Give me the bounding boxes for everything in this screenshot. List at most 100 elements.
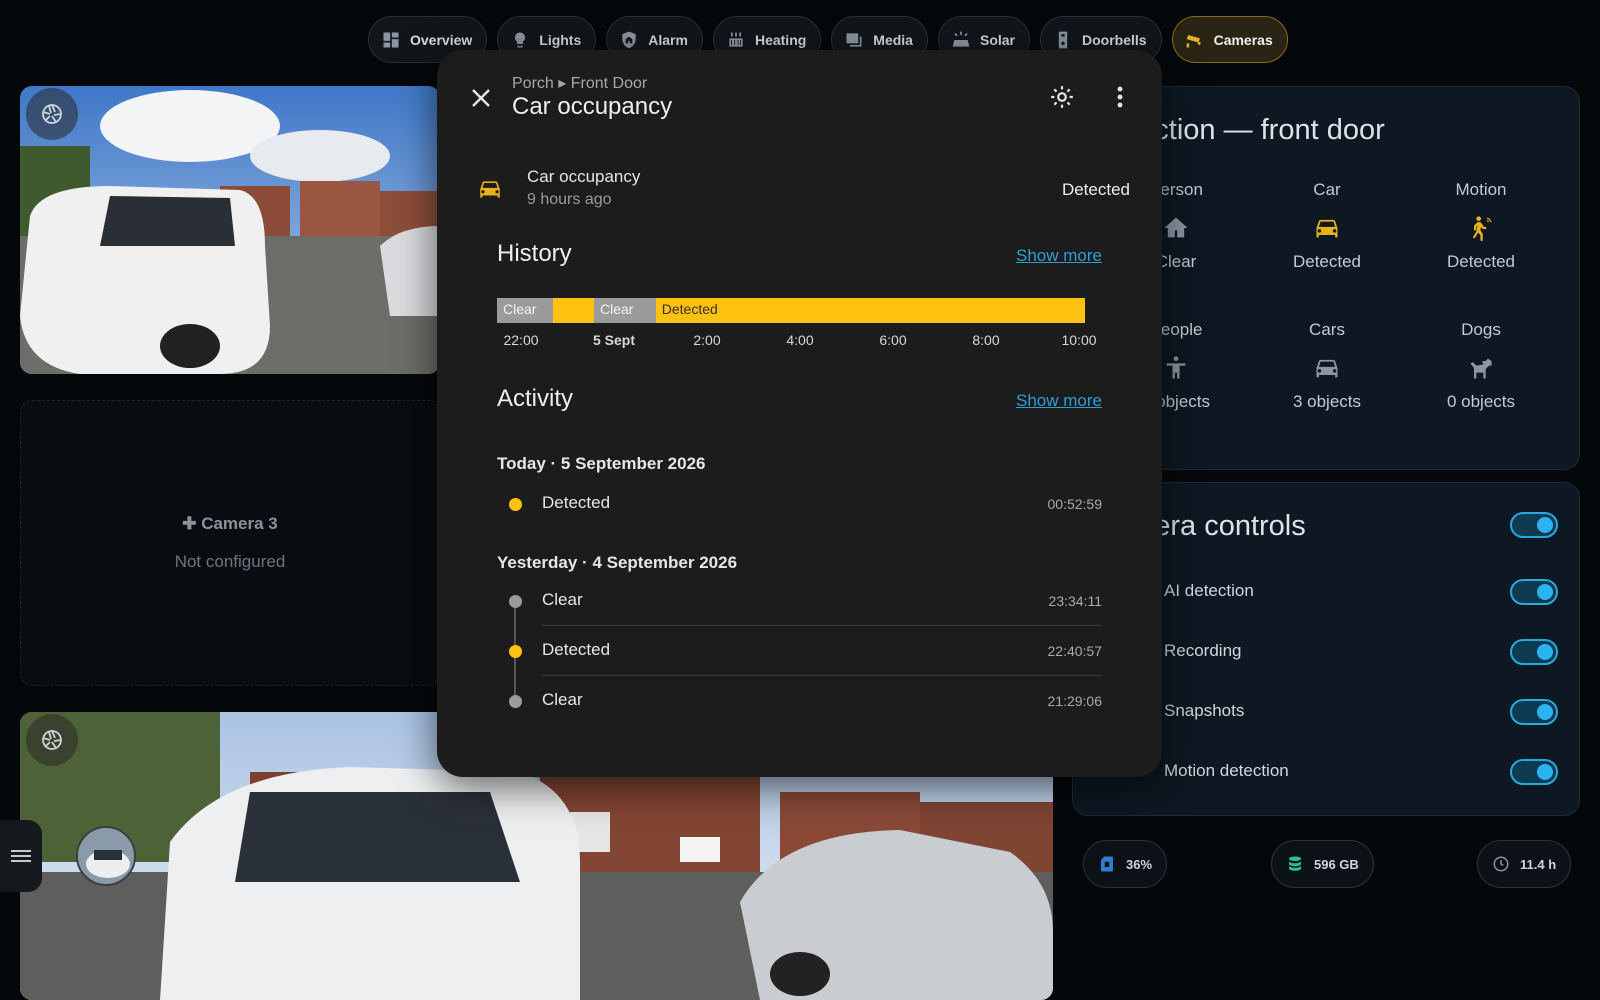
breadcrumb[interactable]: Porch ▸ Front Door — [512, 73, 647, 93]
camera-snapshot — [20, 86, 440, 374]
camera-iris-icon — [42, 104, 62, 124]
entity-name: Car occupancy — [527, 167, 641, 186]
control-ai-detection-label: AI detection — [1164, 581, 1254, 600]
entity-last-changed: 9 hours ago — [527, 191, 612, 208]
snapshot-button[interactable] — [26, 88, 78, 140]
event-dot — [509, 645, 522, 658]
camera-3-status: Not configured — [174, 552, 286, 571]
gear-icon — [1051, 86, 1073, 108]
dialog-title: Car occupancy — [512, 93, 673, 120]
control-motion-detection-label: Motion detection — [1164, 761, 1289, 780]
event-state[interactable]: Detected — [542, 493, 610, 513]
tab-label: Media — [873, 31, 913, 48]
car-icon — [1316, 359, 1338, 378]
camera-controls-master-toggle[interactable] — [1510, 512, 1558, 538]
detection-label: Dogs — [1461, 320, 1501, 339]
divider — [542, 625, 1102, 626]
tab-label: Alarm — [648, 31, 688, 48]
event-dot — [509, 595, 522, 608]
car-icon — [477, 176, 503, 207]
event-dot — [509, 498, 522, 511]
timeline-segment-detected[interactable]: Detected — [655, 298, 1085, 323]
camera-feed-front-door[interactable] — [20, 86, 440, 374]
detection-cars[interactable]: Cars 3 objects — [1252, 320, 1402, 416]
event-dot — [509, 695, 522, 708]
detection-value: 3 objects — [1292, 392, 1362, 411]
tab-cameras[interactable]: Cameras — [1171, 16, 1288, 63]
clock-icon — [1493, 856, 1509, 872]
car-icon — [1316, 219, 1338, 238]
dog-icon — [1470, 358, 1492, 379]
detection-label: Motion — [1455, 180, 1507, 199]
camera-3-placeholder[interactable]: ✚ Camera 3 Not configured — [20, 400, 440, 686]
uptime-value: 11.4 h — [1520, 856, 1557, 872]
timeline-tick-label: 4:00 — [786, 332, 814, 348]
camera-thumbnail[interactable] — [76, 826, 136, 886]
solar-panel-icon — [952, 31, 970, 47]
event-state[interactable]: Detected — [542, 640, 610, 660]
human-icon — [1166, 356, 1186, 379]
activity-show-more-link[interactable]: Show more — [1016, 391, 1102, 411]
detection-value: 0 objects — [1446, 392, 1516, 411]
timeline-tick-label: 2:00 — [693, 332, 721, 348]
bulb-icon — [515, 31, 526, 47]
sidebar-toggle[interactable] — [0, 820, 42, 892]
control-recording-label: Recording — [1164, 641, 1242, 660]
control-snapshots-toggle[interactable] — [1510, 699, 1558, 725]
entity-dialog: Porch ▸ Front Door Car occupancy Car occ… — [437, 50, 1162, 777]
event-time: 21:29:06 — [1047, 693, 1103, 709]
control-ai-detection-toggle[interactable] — [1510, 579, 1558, 605]
menu-icon — [11, 850, 31, 862]
media-icon — [846, 32, 862, 47]
control-snapshots-label: Snapshots — [1164, 701, 1245, 720]
shield-home-icon — [622, 31, 636, 48]
detection-label: Cars — [1309, 320, 1345, 339]
cctv-icon — [1186, 34, 1201, 47]
storage-value: 596 GB — [1314, 856, 1359, 872]
settings-button[interactable] — [1043, 78, 1081, 116]
history-timeline[interactable]: Clear Clear Detected — [497, 298, 1085, 323]
detection-dogs[interactable]: Dogs 0 objects — [1406, 320, 1556, 416]
entity-state: Detected — [1061, 180, 1130, 199]
uptime-pill[interactable]: 11.4 h — [1477, 840, 1572, 888]
timeline-tick-label: 6:00 — [879, 332, 907, 348]
event-state[interactable]: Clear — [542, 590, 583, 610]
disk-usage-pill[interactable]: 36% — [1083, 840, 1168, 888]
activity-day-heading: Today · 5 September 2026 — [497, 454, 706, 473]
timeline-segment-clear[interactable]: Clear — [594, 298, 656, 323]
more-options-button[interactable] — [1101, 78, 1139, 116]
camera-iris-icon — [42, 730, 62, 750]
timeline-segment-detected[interactable] — [552, 298, 595, 323]
sd-card-icon — [1101, 856, 1113, 872]
detection-value: Detected — [1446, 252, 1516, 271]
control-recording-toggle[interactable] — [1510, 639, 1558, 665]
timeline-tick-label: 8:00 — [972, 332, 1000, 348]
doorbell-icon — [1058, 31, 1068, 48]
tab-label: Heating — [754, 31, 807, 48]
detection-label: Car — [1313, 180, 1341, 199]
tab-label: Doorbells — [1082, 31, 1147, 48]
storage-pill[interactable]: 596 GB — [1271, 840, 1374, 888]
detection-motion[interactable]: Motion Detected — [1406, 180, 1556, 276]
dashboard-icon — [383, 32, 399, 47]
timeline-segment-clear[interactable]: Clear — [497, 298, 553, 323]
tab-label: Solar — [979, 31, 1015, 48]
detection-car[interactable]: Car Detected — [1252, 180, 1402, 276]
disk-usage-value: 36% — [1126, 856, 1153, 872]
timeline-tick-label: 5 Sept — [592, 332, 636, 348]
activity-title: Activity — [497, 385, 574, 412]
radiator-icon — [729, 32, 743, 47]
control-motion-detection-toggle[interactable] — [1510, 759, 1558, 785]
database-icon — [1289, 856, 1301, 871]
snapshot-button[interactable] — [26, 714, 78, 766]
activity-day-heading: Yesterday · 4 September 2026 — [497, 553, 738, 572]
tab-label: Overview — [410, 31, 473, 48]
event-state[interactable]: Clear — [542, 690, 583, 710]
event-time: 00:52:59 — [1047, 496, 1103, 512]
history-title: History — [497, 240, 572, 267]
close-button[interactable] — [461, 78, 501, 118]
timeline-tick-label: 10:00 — [1061, 332, 1097, 348]
history-show-more-link[interactable]: Show more — [1016, 246, 1102, 266]
camera-3-title: ✚ Camera 3 — [182, 514, 278, 533]
close-icon — [472, 89, 490, 107]
